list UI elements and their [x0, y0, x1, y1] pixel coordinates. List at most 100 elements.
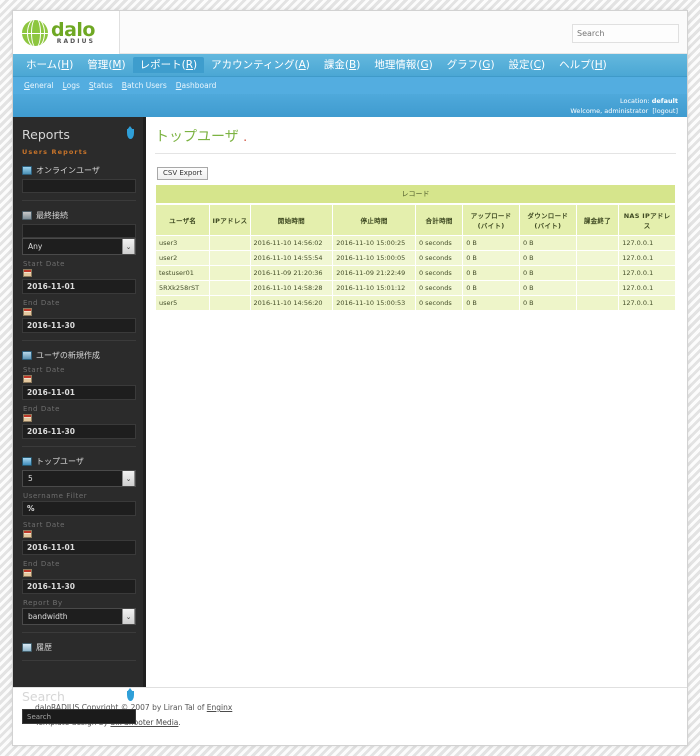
subnav-item-general[interactable]: General: [24, 81, 54, 90]
sidebar-item-last-connect[interactable]: 最終接続: [22, 210, 136, 221]
cell-ip-address: [209, 250, 251, 266]
logout-link[interactable]: [logout]: [652, 107, 678, 115]
top-users-limit-select[interactable]: 5 ⌄: [22, 470, 136, 487]
cell-nas-ip: 127.0.0.1: [618, 280, 676, 296]
cell-ip-address: [209, 235, 251, 251]
calendar-icon[interactable]: [23, 269, 32, 277]
table-caption: レコード: [155, 184, 676, 204]
top-users-start-date-input[interactable]: 2016-11-01: [22, 540, 136, 555]
chevron-down-icon[interactable]: ⌄: [122, 609, 135, 624]
screen-icon: [22, 211, 32, 220]
top-users-end-date-input[interactable]: 2016-11-30: [22, 579, 136, 594]
last-connect-field[interactable]: [22, 224, 136, 238]
sidebar-item-top-users[interactable]: トップユーザ: [22, 456, 136, 467]
cell-upload: 0 B: [462, 280, 520, 296]
sidebar-item-history[interactable]: 履歴: [22, 642, 136, 653]
calendar-icon[interactable]: [23, 375, 32, 383]
chevron-down-icon[interactable]: ⌄: [122, 239, 135, 254]
top-users-start-date-label: Start Date: [23, 521, 66, 529]
cell-stop-time: 2016-11-10 15:00:53: [332, 295, 416, 311]
last-connect-select-value: Any: [28, 242, 43, 251]
nav-item-config[interactable]: 設定(C): [502, 57, 553, 74]
cell-upload: 0 B: [462, 250, 520, 266]
username-filter-input[interactable]: %: [22, 501, 136, 516]
enginx-link[interactable]: Enginx: [207, 703, 233, 712]
chevron-down-icon[interactable]: ⌄: [122, 471, 135, 486]
cell-upload: 0 B: [462, 265, 520, 281]
table-row[interactable]: user2 2016-11-10 14:55:54 2016-11-10 15:…: [154, 250, 676, 266]
new-users-end-date-label: End Date: [23, 405, 61, 413]
last-connect-end-date-input[interactable]: 2016-11-30: [22, 318, 136, 333]
nav-item-gis[interactable]: 地理情報(G): [367, 57, 439, 74]
sidebar-item-label: 履歴: [36, 643, 52, 652]
divider: [22, 340, 136, 341]
cell-username: user5: [154, 295, 211, 311]
calendar-icon[interactable]: [23, 569, 32, 577]
table-row[interactable]: user5 2016-11-10 14:56:20 2016-11-10 15:…: [154, 295, 676, 311]
column-header-ip-address[interactable]: IPアドレス: [209, 204, 251, 236]
subnav-item-status[interactable]: Status: [89, 81, 113, 90]
nav-item-graphs[interactable]: グラフ(G): [440, 57, 502, 74]
nav-item-home[interactable]: ホーム(H): [19, 57, 80, 74]
sidebar-search-input[interactable]: Search: [22, 709, 136, 724]
sidebar-item-label: トップユーザ: [36, 457, 84, 466]
new-users-start-date-input[interactable]: 2016-11-01: [22, 385, 136, 400]
calendar-icon[interactable]: [23, 308, 32, 316]
page-title-dot: .: [243, 130, 248, 144]
online-users-field[interactable]: [22, 179, 136, 193]
sidebar-item-online-users[interactable]: オンラインユーザ: [22, 165, 136, 176]
table-row[interactable]: 5RXk258rST 2016-11-10 14:58:28 2016-11-1…: [154, 280, 676, 296]
column-header-start-time[interactable]: 開始時間: [249, 204, 334, 236]
sidebar: Reports Users Reports オンラインユーザ 最終接続 Any …: [13, 117, 146, 724]
sidebar-item-label: ユーザの新規作成: [36, 351, 100, 360]
cell-acct-term: [575, 235, 620, 251]
cell-start-time: 2016-11-10 14:56:02: [249, 235, 334, 251]
last-connect-start-date-label: Start Date: [23, 260, 66, 268]
column-header-upload[interactable]: アップロード (バイト): [462, 204, 520, 236]
column-header-username[interactable]: ユーザ名: [154, 204, 211, 236]
cell-stop-time: 2016-11-10 15:00:25: [332, 235, 416, 251]
globe-logo-icon: [22, 19, 48, 46]
column-header-download[interactable]: ダウンロード (バイト): [518, 204, 577, 236]
nav-item-help[interactable]: ヘルプ(H): [552, 57, 614, 74]
cell-start-time: 2016-11-10 14:55:54: [249, 250, 334, 266]
calendar-icon[interactable]: [23, 414, 32, 422]
logo-sub-text: RADIUS: [56, 37, 95, 45]
report-by-value: bandwidth: [28, 612, 68, 621]
table-row[interactable]: user3 2016-11-10 14:56:02 2016-11-10 15:…: [154, 235, 676, 251]
nav-item-reports[interactable]: レポート(R): [132, 56, 205, 74]
location-value: default: [651, 97, 678, 105]
droplet-icon: [127, 688, 134, 701]
column-header-stop-time[interactable]: 停止時間: [332, 204, 416, 236]
cell-total-time: 0 seconds: [414, 265, 464, 281]
calendar-icon[interactable]: [23, 530, 32, 538]
table-row[interactable]: testuser01 2016-11-09 21:20:36 2016-11-0…: [154, 265, 676, 281]
username-filter-label: Username Filter: [23, 492, 88, 500]
subnav-item-logs[interactable]: Logs: [63, 81, 80, 90]
subnav-item-dashboard[interactable]: Dashboard: [176, 81, 217, 90]
table-header-row: ユーザ名 IPアドレス 開始時間 停止時間 合計時間 アップロード (バイト) …: [154, 204, 676, 236]
nav-item-accounting[interactable]: アカウンティング(A): [204, 57, 317, 74]
logo[interactable]: dalo RADIUS: [13, 11, 120, 54]
divider: [22, 446, 136, 447]
last-connect-select[interactable]: Any ⌄: [22, 238, 136, 255]
cell-acct-term: [575, 280, 620, 296]
sidebar-title-text: Reports: [22, 127, 70, 142]
top-search-input[interactable]: [572, 24, 679, 43]
column-header-total-time[interactable]: 合計時間: [414, 204, 464, 236]
last-connect-start-date-input[interactable]: 2016-11-01: [22, 279, 136, 294]
report-by-select[interactable]: bandwidth ⌄: [22, 608, 136, 625]
column-header-acct-term[interactable]: 課金終了: [575, 204, 620, 236]
column-header-nas-ip[interactable]: NAS IPアドレス: [618, 204, 676, 236]
nav-item-billing[interactable]: 課金(B): [317, 57, 367, 74]
subnav-item-batch-users[interactable]: Batch Users: [122, 81, 167, 90]
cell-download: 0 B: [518, 265, 577, 281]
location-label: Location:: [619, 97, 650, 105]
top-search[interactable]: [572, 21, 679, 43]
csv-export-button[interactable]: CSV Export: [157, 167, 209, 180]
sidebar-item-new-users[interactable]: ユーザの新規作成: [22, 350, 136, 361]
monitor-icon: [22, 166, 32, 175]
new-users-end-date-input[interactable]: 2016-11-30: [22, 424, 136, 439]
cell-nas-ip: 127.0.0.1: [618, 235, 676, 251]
nav-item-management[interactable]: 管理(M): [80, 57, 132, 74]
